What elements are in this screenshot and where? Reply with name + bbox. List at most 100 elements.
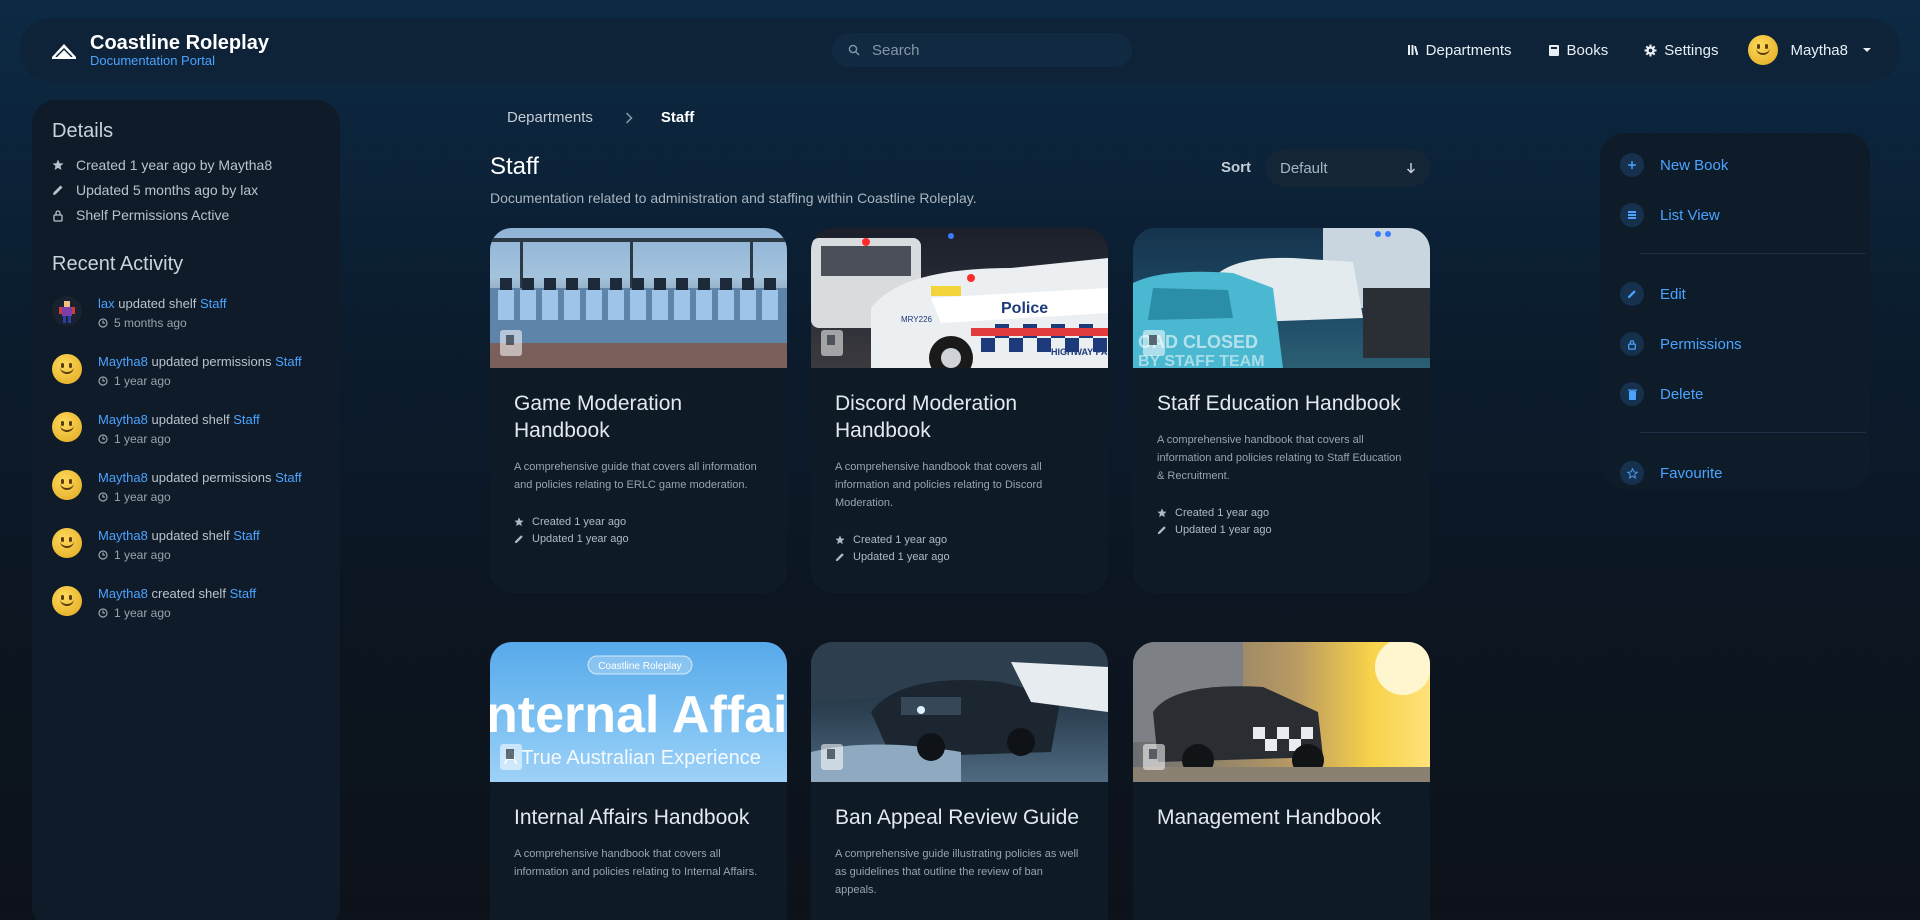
detail-updated: Updated 5 months ago by lax [52,182,320,198]
book-icon [1143,330,1165,356]
cover-brand-text: Coastline Roleplay [598,661,681,672]
cover-highway-text: HIGHWAY PA [1051,347,1108,357]
activity-item: Maytha8 updated shelf Staff 1 year ago [52,412,320,446]
gear-icon [1644,44,1657,56]
activity-target-link[interactable]: Staff [275,470,302,485]
favourite-button[interactable]: Favourite [1620,461,1850,485]
book-created-text: Created 1 year ago [1175,507,1270,519]
top-header: Coastline Roleplay Documentation Portal … [20,18,1900,82]
page-title: Staff [490,153,539,180]
cover-illustration: Coastline Roleplay nternal Affai A True … [490,655,787,769]
avatar[interactable] [52,412,82,442]
sort-value: Default [1280,159,1328,177]
plus-icon [1620,153,1644,177]
sort-label: Sort [1221,159,1251,176]
avatar[interactable] [52,528,82,558]
nav-books-label: Books [1566,41,1609,59]
book-card[interactable]: Coastline Roleplay nternal Affai A True … [490,642,787,920]
book-title: Discord Moderation Handbook [835,392,1018,442]
pencil-icon [1620,282,1644,306]
activity-item: Maytha8 updated shelf Staff 1 year ago [52,528,320,562]
avatar[interactable] [52,354,82,384]
book-card[interactable]: OAD CLOSED BY STAFF TEAM Staff Education… [1133,228,1430,593]
edit-button[interactable]: Edit [1620,282,1850,306]
activity-item: lax updated shelf Staff 5 months ago [52,296,320,330]
activity-time: 1 year ago [98,490,302,504]
book-created: Created 1 year ago [1157,507,1406,519]
trash-icon [1620,382,1644,406]
delete-button[interactable]: Delete [1620,382,1850,406]
activity-target-link[interactable]: Staff [233,412,260,427]
activity-target-link[interactable]: Staff [275,354,302,369]
search-input[interactable] [872,41,1112,59]
list-icon [1620,203,1644,227]
nav-settings-label: Settings [1664,41,1719,59]
clock-icon [98,318,108,328]
user-menu[interactable]: Maytha8 [1748,35,1872,65]
avatar[interactable] [52,296,82,326]
activity-action: updated shelf [118,296,197,311]
edit-label: Edit [1660,285,1686,303]
detail-permissions: Shelf Permissions Active [52,207,320,223]
permissions-button[interactable]: Permissions [1620,332,1850,356]
cover-illustration [1133,642,1430,782]
book-icon [821,330,843,356]
star-icon [52,159,64,170]
star-icon [514,517,524,527]
sort-select[interactable]: Default [1266,149,1430,187]
book-card[interactable]: Ban Appeal Review Guide A comprehensive … [811,642,1108,920]
nav-departments[interactable]: Departments [1407,42,1512,59]
breadcrumb-current[interactable]: Staff [661,109,694,126]
book-updated: Updated 1 year ago [514,533,763,545]
clock-icon [98,376,108,386]
nav-settings[interactable]: Settings [1644,42,1718,59]
brand[interactable]: Coastline Roleplay Documentation Portal [50,32,269,68]
book-card[interactable]: Game Moderation Handbook A comprehensive… [490,228,787,593]
activity-time: 5 months ago [98,316,226,330]
book-icon [500,330,522,356]
activity-target-link[interactable]: Staff [233,528,260,543]
detail-updated-text: Updated 5 months ago by lax [76,182,259,198]
activity-user-link[interactable]: lax [98,296,115,311]
new-book-button[interactable]: New Book [1620,153,1850,177]
avatar[interactable] [52,470,82,500]
books-icon [1548,44,1559,56]
pencil-icon [1157,526,1166,535]
detail-permissions-text: Shelf Permissions Active [76,207,230,223]
activity-text: Maytha8 updated shelf Staff [98,528,260,543]
activity-user-link[interactable]: Maytha8 [98,586,148,601]
divider [1640,253,1866,254]
book-title: Internal Affairs Handbook [514,806,750,829]
activity-target-link[interactable]: Staff [230,586,257,601]
breadcrumb: Departments Staff [507,109,694,126]
activity-item: Maytha8 updated permissions Staff 1 year … [52,354,320,388]
brand-title: Coastline Roleplay [90,32,269,54]
activity-target-link[interactable]: Staff [200,296,227,311]
nav-books[interactable]: Books [1548,41,1609,59]
activity-user-link[interactable]: Maytha8 [98,470,148,485]
pencil-icon [514,535,523,544]
activity-user-link[interactable]: Maytha8 [98,354,148,369]
book-title: Management Handbook [1157,806,1382,829]
book-card[interactable]: Police MRY226 HIGHWAY PA Discord Moderat… [811,228,1108,593]
book-created: Created 1 year ago [514,516,763,528]
activity-user-link[interactable]: Maytha8 [98,528,148,543]
sort-direction-icon[interactable] [1406,162,1416,174]
activity-time-text: 1 year ago [114,490,171,504]
activity-time-text: 1 year ago [114,432,171,446]
search-box[interactable] [832,33,1132,67]
activity-text: Maytha8 created shelf Staff [98,586,256,601]
details-heading: Details [52,120,114,142]
search-icon [848,44,860,56]
breadcrumb-departments[interactable]: Departments [507,109,593,126]
detail-created-text: Created 1 year ago by Maytha8 [76,157,273,173]
pencil-icon [835,553,844,562]
avatar[interactable] [52,586,82,616]
clock-icon [98,434,108,444]
activity-user-link[interactable]: Maytha8 [98,412,148,427]
book-card[interactable]: Management Handbook [1133,642,1430,920]
book-updated-text: Updated 1 year ago [532,533,629,545]
list-view-button[interactable]: List View [1620,203,1850,227]
page-description: Documentation related to administration … [490,190,977,206]
book-cover [811,642,1108,782]
